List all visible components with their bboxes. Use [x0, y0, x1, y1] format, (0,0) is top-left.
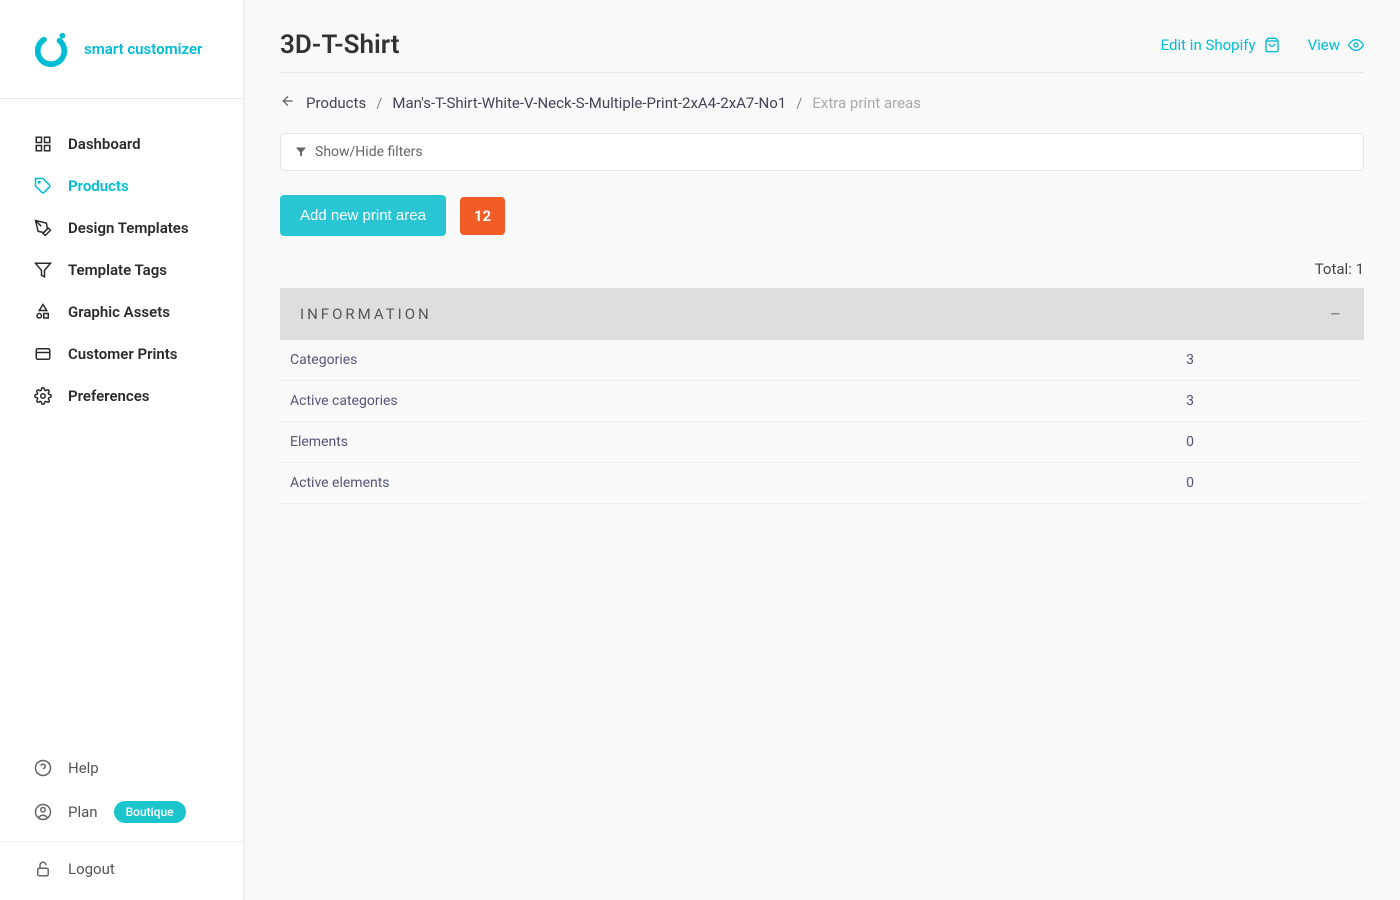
- edit-label: Edit in Shopify: [1161, 36, 1256, 54]
- eye-icon: [1348, 37, 1364, 53]
- back-button[interactable]: [280, 93, 296, 113]
- dashboard-icon: [34, 135, 52, 153]
- sidebar-item-design-templates[interactable]: Design Templates: [0, 207, 243, 249]
- design-icon: [34, 219, 52, 237]
- funnel-icon: [295, 146, 307, 158]
- plan-badge: Boutique: [114, 801, 186, 823]
- info-row-categories: Categories 3: [280, 340, 1364, 381]
- breadcrumb-separator: /: [796, 94, 802, 112]
- sidebar-item-label: Products: [68, 177, 129, 195]
- action-row: Add new print area 12: [280, 195, 1364, 236]
- sidebar-item-label: Customer Prints: [68, 345, 178, 363]
- help-link[interactable]: Help: [0, 747, 243, 789]
- information-table: Categories 3 Active categories 3 Element…: [280, 340, 1364, 504]
- filter-icon: [34, 261, 52, 279]
- help-icon: [34, 759, 52, 777]
- sidebar-item-label: Graphic Assets: [68, 303, 170, 321]
- logout-label: Logout: [68, 860, 115, 878]
- breadcrumb-separator: /: [376, 94, 382, 112]
- tag-icon: [34, 177, 52, 195]
- main-content: 3D-T-Shirt Edit in Shopify View Products…: [244, 0, 1400, 900]
- logo-icon: [32, 30, 70, 68]
- sidebar: smart customizer Dashboard Products Des: [0, 0, 244, 900]
- info-label: Categories: [290, 352, 357, 368]
- sidebar-item-label: Design Templates: [68, 219, 189, 237]
- logout-link[interactable]: Logout: [0, 848, 243, 890]
- info-row-elements: Elements 0: [280, 422, 1364, 463]
- plan-link[interactable]: Plan Boutique: [0, 789, 243, 835]
- help-label: Help: [68, 759, 99, 777]
- bottom-nav: Help Plan Boutique Logout: [0, 747, 243, 900]
- user-icon: [34, 803, 52, 821]
- shapes-icon: [34, 303, 52, 321]
- sidebar-item-customer-prints[interactable]: Customer Prints: [0, 333, 243, 375]
- sidebar-item-dashboard[interactable]: Dashboard: [0, 123, 243, 165]
- shopping-bag-icon: [1264, 37, 1280, 53]
- edit-in-shopify-link[interactable]: Edit in Shopify: [1161, 36, 1280, 54]
- sidebar-item-graphic-assets[interactable]: Graphic Assets: [0, 291, 243, 333]
- logo[interactable]: smart customizer: [0, 0, 243, 99]
- info-value: 3: [1186, 393, 1354, 409]
- gear-icon: [34, 387, 52, 405]
- view-label: View: [1308, 36, 1340, 54]
- info-value: 0: [1186, 475, 1354, 491]
- logo-text: smart customizer: [84, 40, 202, 58]
- add-print-area-button[interactable]: Add new print area: [280, 195, 446, 236]
- breadcrumb: Products / Man's-T-Shirt-White-V-Neck-S-…: [280, 93, 1364, 113]
- breadcrumb-current: Extra print areas: [812, 94, 921, 112]
- sidebar-item-products[interactable]: Products: [0, 165, 243, 207]
- info-row-active-elements: Active elements 0: [280, 463, 1364, 504]
- total-count: Total: 1: [280, 260, 1364, 278]
- info-label: Active categories: [290, 393, 398, 409]
- main-nav: Dashboard Products Design Templates Temp…: [0, 99, 243, 747]
- info-label: Active elements: [290, 475, 390, 491]
- sidebar-item-label: Preferences: [68, 387, 150, 405]
- collapse-icon[interactable]: −: [1330, 302, 1344, 326]
- info-value: 0: [1186, 434, 1354, 450]
- info-value: 3: [1186, 352, 1354, 368]
- filter-toggle[interactable]: Show/Hide filters: [280, 133, 1364, 171]
- info-label: Elements: [290, 434, 348, 450]
- section-title: INFORMATION: [300, 305, 432, 323]
- info-row-active-categories: Active categories 3: [280, 381, 1364, 422]
- step-badge: 12: [460, 197, 505, 235]
- breadcrumb-product[interactable]: Man's-T-Shirt-White-V-Neck-S-Multiple-Pr…: [392, 94, 786, 112]
- lock-icon: [34, 860, 52, 878]
- sidebar-item-label: Dashboard: [68, 135, 141, 153]
- breadcrumb-products[interactable]: Products: [306, 94, 366, 112]
- page-title: 3D-T-Shirt: [280, 30, 400, 60]
- sidebar-item-template-tags[interactable]: Template Tags: [0, 249, 243, 291]
- filter-label: Show/Hide filters: [315, 144, 423, 160]
- sidebar-item-label: Template Tags: [68, 261, 167, 279]
- plan-label: Plan: [68, 803, 98, 821]
- sidebar-item-preferences[interactable]: Preferences: [0, 375, 243, 417]
- prints-icon: [34, 345, 52, 363]
- arrow-left-icon: [280, 93, 296, 109]
- view-link[interactable]: View: [1308, 36, 1364, 54]
- header-actions: Edit in Shopify View: [1161, 36, 1364, 54]
- information-section-header: INFORMATION −: [280, 288, 1364, 340]
